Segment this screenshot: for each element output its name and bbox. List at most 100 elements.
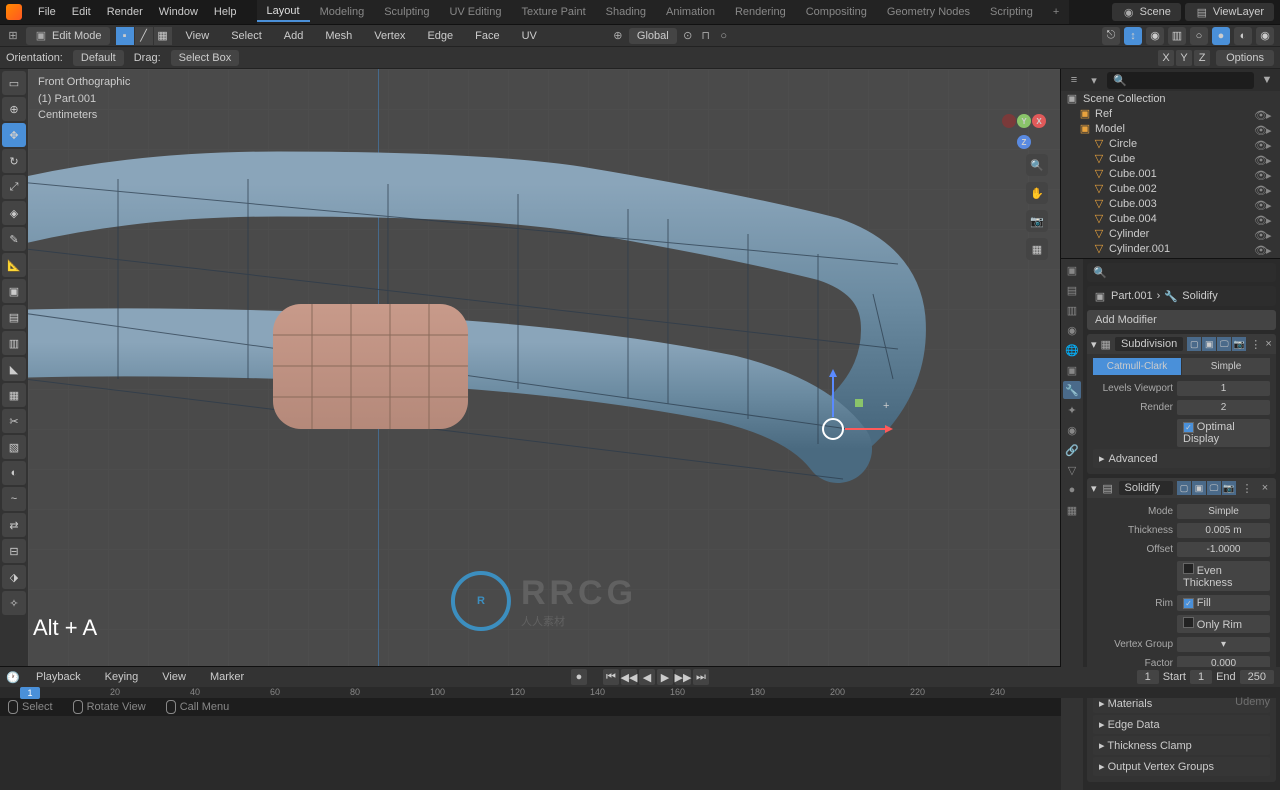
world-tab[interactable]: 🌐 — [1063, 341, 1081, 359]
outliner-root[interactable]: ▣Scene Collection — [1061, 91, 1280, 106]
drag-dropdown[interactable]: Select Box — [171, 50, 240, 66]
eye-icon[interactable]: 👁 — [1254, 154, 1264, 164]
render-levels-field[interactable]: 2 — [1177, 400, 1270, 415]
shear-tool[interactable]: ⬗ — [2, 565, 26, 589]
camera-nav-icon[interactable]: 📷 — [1026, 210, 1048, 232]
mod-show-render[interactable]: 📷 — [1232, 337, 1246, 351]
orientation-icon[interactable]: ⊕ — [611, 29, 625, 43]
loopcut-tool[interactable]: ▦ — [2, 383, 26, 407]
prev-key-icon[interactable]: ◀◀ — [621, 669, 637, 685]
outliner-item[interactable]: ▣Ref👁▸ — [1061, 106, 1280, 121]
menu-edit[interactable]: Edit — [64, 2, 99, 22]
play-reverse-icon[interactable]: ◀ — [639, 669, 655, 685]
physics-tab[interactable]: ◉ — [1063, 421, 1081, 439]
timeline-type-icon[interactable]: 🕐 — [6, 670, 20, 684]
scene-tab[interactable]: ◉ — [1063, 321, 1081, 339]
mode-selector[interactable]: ▣Edit Mode — [26, 27, 110, 45]
even-thickness-check[interactable]: Even Thickness — [1177, 561, 1270, 591]
measure-tool[interactable]: 📐 — [2, 253, 26, 277]
start-frame-field[interactable]: 1 — [1190, 670, 1212, 684]
texture-tab[interactable]: ▦ — [1063, 501, 1081, 519]
transform-tool[interactable]: ◈ — [2, 201, 26, 225]
eye-icon[interactable]: 👁 — [1254, 139, 1264, 149]
modifier-subsection[interactable]: ▸ Thickness Clamp — [1093, 736, 1270, 755]
workspace-tab[interactable]: UV Editing — [439, 3, 511, 21]
spin-tool[interactable]: ◐ — [2, 461, 26, 485]
select-menu[interactable]: Select — [223, 26, 270, 46]
filter-icon[interactable]: ▼ — [1260, 73, 1274, 87]
modifier-menu-icon[interactable]: ⋮ — [1240, 481, 1254, 495]
zoom-nav-icon[interactable]: 🔍 — [1026, 154, 1048, 176]
outliner-item[interactable]: ▽Cube👁▸ — [1061, 151, 1280, 166]
mod-show-viewport[interactable]: 🖵 — [1217, 337, 1231, 351]
modifier-subsection[interactable]: ▸ Output Vertex Groups — [1093, 757, 1270, 776]
props-search[interactable]: 🔍 — [1087, 263, 1276, 282]
perspective-nav-icon[interactable]: ▦ — [1026, 238, 1048, 260]
outliner-item[interactable]: ▽Cube.001👁▸ — [1061, 166, 1280, 181]
advanced-section[interactable]: ▸ Advanced — [1093, 449, 1270, 468]
workspace-tab[interactable]: Animation — [656, 3, 725, 21]
outliner-item[interactable]: ▽Part👁▸ — [1061, 256, 1280, 258]
thickness-field[interactable]: 0.005 m — [1177, 523, 1270, 538]
modifier-subsection[interactable]: ▸ Edge Data — [1093, 715, 1270, 734]
disable-icon[interactable]: ▸ — [1266, 214, 1276, 224]
add-primitive-tool[interactable]: ▣ — [2, 279, 26, 303]
playhead[interactable]: 1 — [20, 687, 40, 699]
vgroup-field[interactable]: ▾ — [1177, 637, 1270, 652]
mod-show-edit[interactable]: ▣ — [1202, 337, 1216, 351]
outliner-search-input[interactable]: 🔍 — [1107, 72, 1254, 89]
rotate-tool[interactable]: ↻ — [2, 149, 26, 173]
eye-icon[interactable]: 👁 — [1254, 244, 1264, 254]
viewlayer-selector[interactable]: ▤ViewLayer — [1185, 3, 1274, 21]
outliner-item[interactable]: ▽Cube.003👁▸ — [1061, 196, 1280, 211]
fill-check[interactable]: ✓ Fill — [1177, 595, 1270, 611]
mod-show-cage[interactable]: ▢ — [1177, 481, 1191, 495]
workspace-tab[interactable]: Shading — [596, 3, 656, 21]
modifier-name-field[interactable]: Solidify — [1119, 481, 1173, 495]
viewlayer-tab[interactable]: ▥ — [1063, 301, 1081, 319]
render-shade[interactable]: ◉ — [1256, 27, 1274, 45]
display-mode-icon[interactable]: ▾ — [1087, 73, 1101, 87]
edgeslide-tool[interactable]: ⇄ — [2, 513, 26, 537]
mirror-y[interactable]: Y — [1176, 50, 1192, 66]
eye-icon[interactable]: 👁 — [1254, 214, 1264, 224]
3d-viewport[interactable]: + Front Orthographic (1) Part.001 Centim… — [28, 69, 1060, 666]
eye-icon[interactable]: 👁 — [1254, 169, 1264, 179]
eye-icon[interactable]: 👁 — [1254, 124, 1264, 134]
tl-view-menu[interactable]: View — [154, 667, 194, 687]
close-icon[interactable]: × — [1258, 481, 1272, 495]
nav-gizmo[interactable]: X Y Z — [1000, 97, 1050, 147]
simple-button[interactable]: Simple — [1182, 358, 1270, 375]
eye-icon[interactable]: 👁 — [1254, 199, 1264, 209]
chevron-down-icon[interactable]: ▾ — [1091, 482, 1097, 495]
vertex-menu[interactable]: Vertex — [366, 26, 413, 46]
mirror-x[interactable]: X — [1158, 50, 1174, 66]
offset-field[interactable]: -1.0000 — [1177, 542, 1270, 557]
modifier-menu-icon[interactable]: ⋮ — [1250, 337, 1261, 351]
mod-show-viewport[interactable]: 🖵 — [1207, 481, 1221, 495]
wireframe-shade[interactable]: ○ — [1190, 27, 1208, 45]
pan-nav-icon[interactable]: ✋ — [1026, 182, 1048, 204]
orientation-dropdown[interactable]: Default — [73, 50, 124, 66]
workspace-tab[interactable]: Rendering — [725, 3, 796, 21]
editor-type-icon[interactable]: ⊞ — [6, 29, 20, 43]
disable-icon[interactable]: ▸ — [1266, 244, 1276, 254]
uv-menu[interactable]: UV — [514, 26, 545, 46]
disable-icon[interactable]: ▸ — [1266, 199, 1276, 209]
face-menu[interactable]: Face — [467, 26, 507, 46]
timeline-ruler[interactable]: 1 20406080100120140160180200220240 — [0, 687, 1280, 698]
constraint-tab[interactable]: 🔗 — [1063, 441, 1081, 459]
mod-show-render[interactable]: 📷 — [1222, 481, 1236, 495]
disable-icon[interactable]: ▸ — [1266, 109, 1276, 119]
xray-toggle[interactable]: ▥ — [1168, 27, 1186, 45]
outliner-item[interactable]: ▽Circle👁▸ — [1061, 136, 1280, 151]
workspace-tab-layout[interactable]: Layout — [257, 2, 310, 22]
mesh-tab[interactable]: ▽ — [1063, 461, 1081, 479]
overlay-toggle[interactable]: ◉ — [1146, 27, 1164, 45]
disable-icon[interactable]: ▸ — [1266, 139, 1276, 149]
pivot-icon[interactable]: ⊙ — [681, 29, 695, 43]
levels-viewport-field[interactable]: 1 — [1177, 381, 1270, 396]
face-select-button[interactable]: ▦ — [154, 27, 172, 45]
outliner-item[interactable]: ▽Cylinder👁▸ — [1061, 226, 1280, 241]
current-frame-field[interactable]: 1 — [1137, 670, 1159, 684]
